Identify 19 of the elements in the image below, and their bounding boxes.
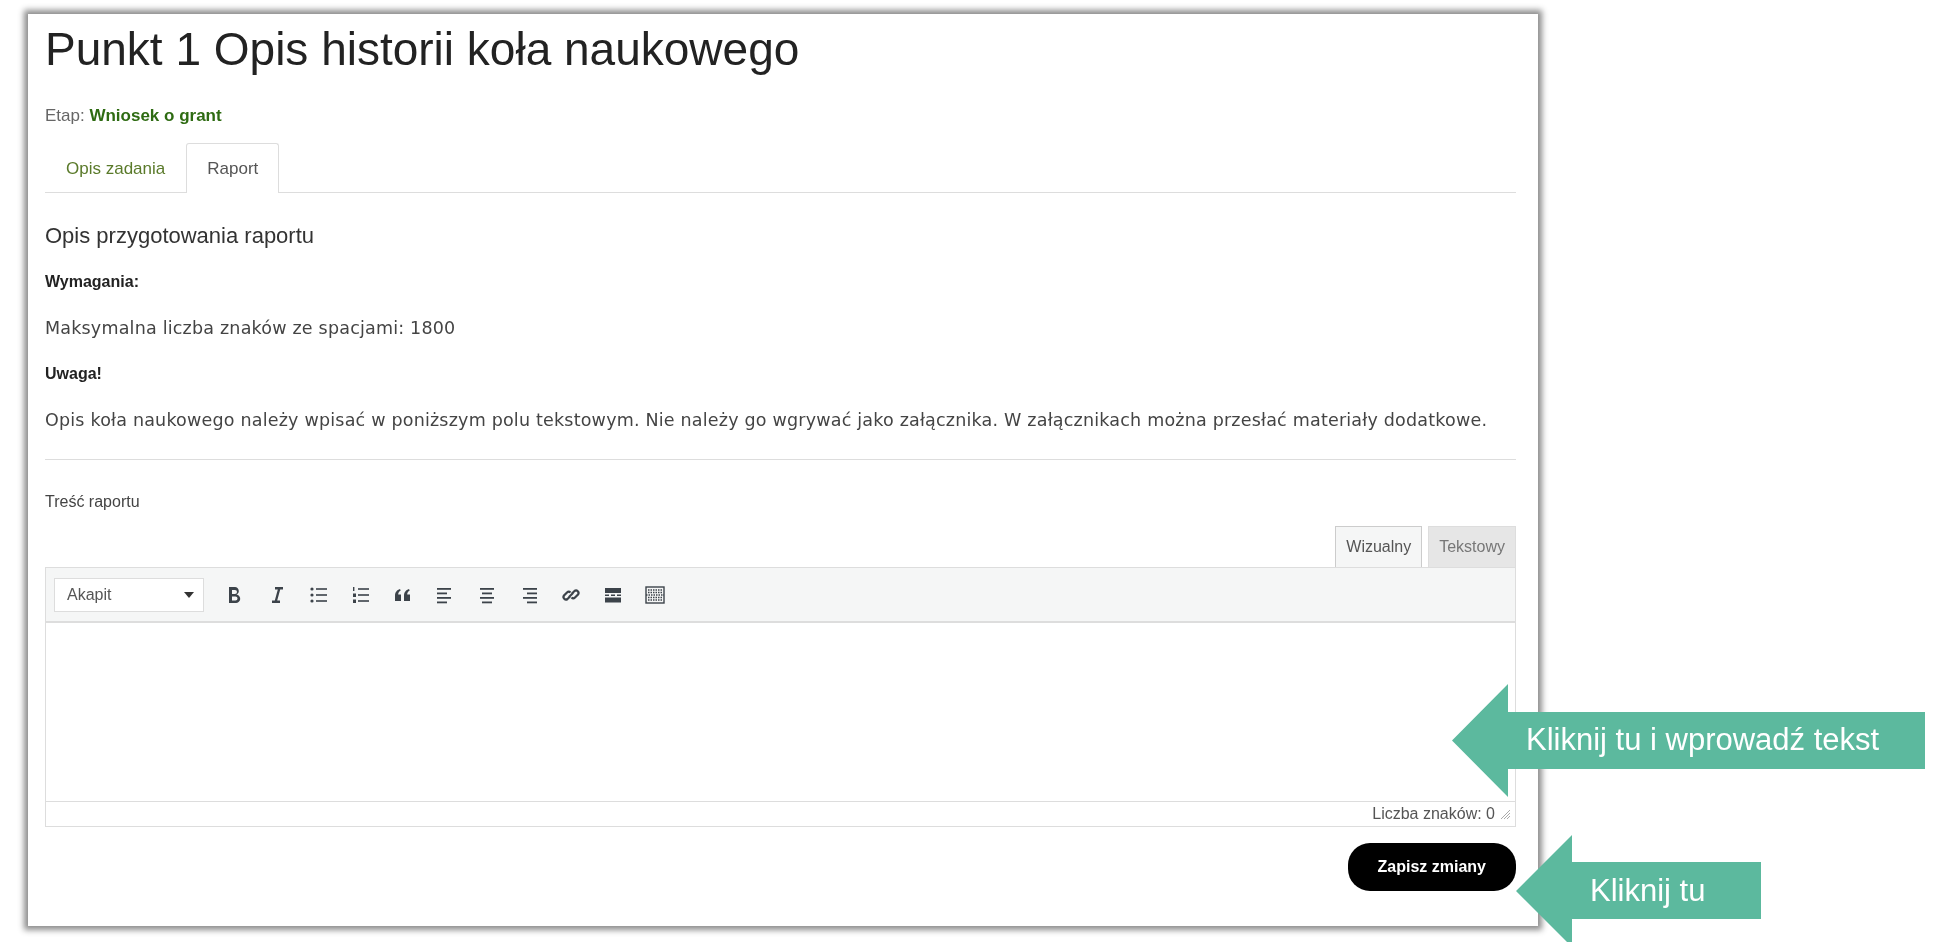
page-title: Punkt 1 Opis historii koła naukowego: [45, 22, 801, 77]
field-label: Treść raportu: [45, 492, 141, 513]
tab[interactable]: Opis zadania: [45, 142, 187, 194]
resize-handle-icon[interactable]: [1499, 808, 1511, 821]
subheading: Uwaga!: [45, 364, 103, 385]
caret-icon: [183, 590, 195, 599]
paragraph: Maksymalna liczba znaków ze spacjami: 1800: [45, 316, 457, 340]
editor-tab[interactable]: Tekstowy: [1428, 526, 1516, 568]
save-button[interactable]: Zapisz zmiany: [1347, 843, 1516, 892]
numbered-list-icon[interactable]: [351, 584, 371, 605]
section-heading: Opis przygotowania raportu: [45, 223, 316, 250]
subheading: Wymagania:: [45, 271, 140, 292]
character-count: Liczba znaków: 0: [1372, 804, 1495, 825]
format-dropdown[interactable]: Akapit: [54, 577, 204, 612]
tab[interactable]: Raport: [186, 142, 280, 194]
editor-tab[interactable]: Wizualny: [1335, 526, 1423, 568]
keyboard-icon[interactable]: [645, 584, 665, 605]
stage-label: Etap: Wniosek o grant: [45, 105, 223, 128]
paragraph: Opis koła naukowego należy wpisać w poniższym polu tekstowym. Nie należy go wgrywać jako załącznika. W załącznikach można przesłać materiały dodatkowe.: [45, 409, 1489, 433]
